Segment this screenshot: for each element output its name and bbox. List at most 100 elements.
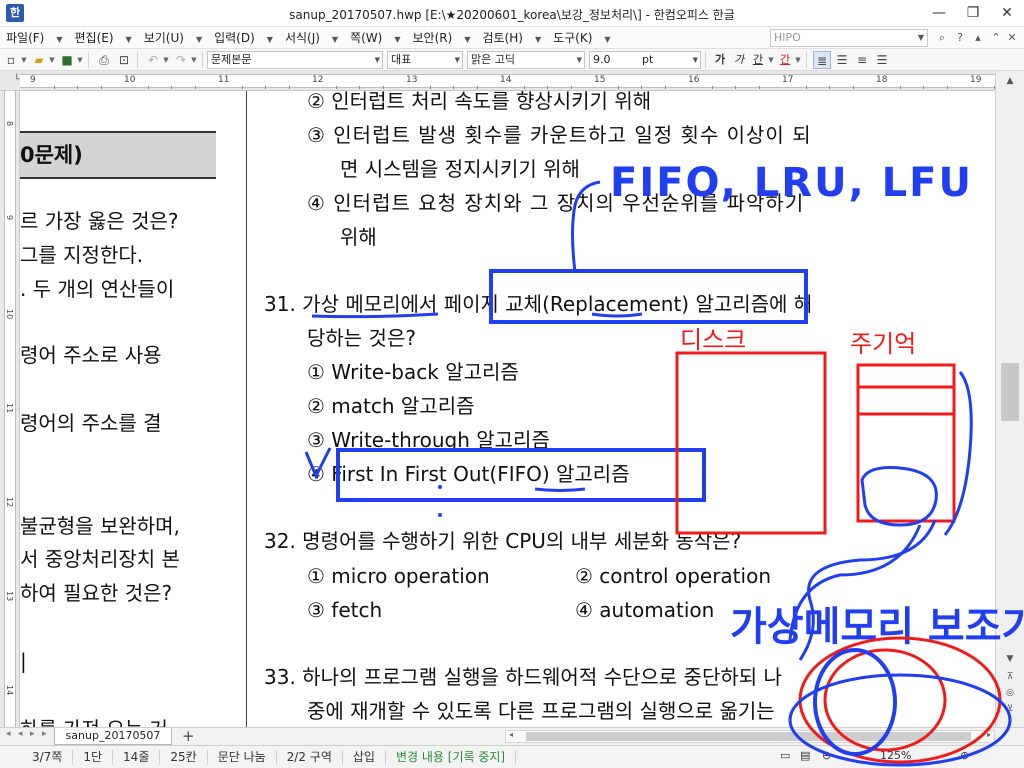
ribbon-collapse-icon[interactable]: ⌃ — [988, 30, 1004, 46]
menu-view-label: 보기(U) — [143, 30, 184, 45]
font-size-input[interactable]: 9.0 pt ▼ — [589, 50, 701, 69]
status-bar: 3/7쪽 1단 14줄 25칸 문단 나눔 2/2 구역 삽입 변경 내용 [기… — [0, 745, 1024, 768]
scroll-left-icon[interactable]: ◂ — [509, 730, 513, 739]
q32-option-1: ① micro operation — [307, 564, 490, 588]
search-input[interactable]: HIPO ▼ — [770, 29, 928, 47]
document-close-icon[interactable]: ✕ — [1004, 30, 1020, 46]
preview-icon[interactable]: ⊡ — [115, 51, 133, 69]
menu-edit[interactable]: 편집(E) ▼ — [69, 27, 138, 49]
chevron-down-icon[interactable]: ▼ — [767, 56, 775, 64]
status-track-changes[interactable]: 변경 내용 [기록 중지] — [386, 749, 517, 765]
ruler-tick — [194, 86, 196, 89]
horizontal-ruler[interactable]: 9 10 11 12 13 14 15 16 17 18 19 └ — [0, 71, 1024, 91]
first-tab-icon[interactable]: ◂ — [6, 729, 11, 739]
status-page[interactable]: 3/7쪽 — [0, 749, 74, 765]
ruler-number: 15 — [594, 75, 606, 85]
vertical-scrollbar[interactable]: ▲ ▼ ⊼ ◎ ⊻ — [995, 71, 1024, 727]
bold-button[interactable]: 가 — [711, 51, 729, 69]
document-tab[interactable]: sanup_20170507 — [54, 728, 172, 745]
chevron-down-icon[interactable]: ▼ — [20, 56, 28, 64]
menu-file[interactable]: 파일(F) ▼ — [0, 27, 69, 49]
scroll-down-icon[interactable]: ▼ — [999, 651, 1021, 667]
hwp-app-icon[interactable]: 한 — [6, 4, 24, 22]
font-color-button[interactable]: 간 — [776, 51, 794, 69]
zoom-out-icon[interactable]: ⊖ — [822, 749, 831, 762]
redo-icon[interactable]: ↷ — [172, 51, 190, 69]
document-canvas[interactable]: 0문제) 르 가장 옳은 것은? 그를 지정한다. . 두 개의 연산들이 령어… — [20, 91, 995, 727]
ruler-tick — [735, 86, 736, 89]
help-icon[interactable]: ? — [952, 30, 968, 46]
previous-tab-icon[interactable]: ◂ — [18, 729, 23, 739]
font-select[interactable]: 맑은 고딕 ▼ — [467, 50, 585, 69]
select-object-icon[interactable]: ◎ — [999, 685, 1021, 701]
minimize-button[interactable]: — — [922, 0, 956, 27]
left-col-line: 하를 가져 오는 거 — [20, 717, 168, 727]
previous-page-icon[interactable]: ⊼ — [999, 669, 1021, 685]
chevron-down-icon[interactable]: ▼ — [577, 52, 582, 68]
menu-file-label: 파일(F) — [6, 30, 45, 45]
scroll-up-icon[interactable]: ▲ — [999, 73, 1021, 89]
left-col-line: 불균형을 보완하며, — [20, 514, 180, 538]
new-document-icon[interactable]: ▫ — [2, 51, 20, 69]
menu-security[interactable]: 보안(R) ▼ — [407, 27, 477, 49]
close-button[interactable]: ✕ — [990, 0, 1024, 27]
maximize-button[interactable]: ❐ — [956, 0, 990, 27]
ruler-tick — [641, 86, 642, 89]
horizontal-scroll-thumb[interactable] — [526, 732, 971, 741]
ribbon-toggle-icon[interactable]: ▴ — [970, 30, 986, 46]
chevron-down-icon[interactable]: ▼ — [48, 56, 56, 64]
chevron-down-icon[interactable]: ▼ — [794, 56, 802, 64]
q31-question-line1: 31. 가상 메모리에서 페이지 교체(Replacement) 알고리즘에 해 — [264, 292, 812, 316]
status-section: 1단 — [73, 749, 114, 765]
q32-option-2: ② control operation — [575, 564, 771, 588]
zoom-level[interactable]: 125% — [880, 749, 911, 762]
zoom-in-icon[interactable]: ⊕ — [960, 749, 969, 762]
save-icon[interactable]: ■ — [58, 51, 76, 69]
chevron-down-icon: ▼ — [56, 34, 63, 44]
chevron-down-icon[interactable]: ▼ — [693, 52, 698, 68]
language-select[interactable]: 대표 ▼ — [387, 50, 463, 69]
search-icon[interactable]: ⌕ — [934, 30, 950, 46]
align-justify-icon[interactable]: ≣ — [813, 50, 831, 69]
normal-view-icon[interactable]: ▭ — [780, 749, 790, 762]
italic-button[interactable]: 가 — [730, 51, 748, 69]
ruler-number: 13 — [406, 75, 418, 85]
horizontal-scrollbar[interactable]: ◂ ▸ — [505, 730, 995, 743]
align-center-icon[interactable]: ≡ — [853, 51, 871, 69]
menu-format[interactable]: 서식(J) ▼ — [279, 27, 344, 49]
open-folder-icon[interactable]: ▰ — [30, 51, 48, 69]
scrollbar-thumb[interactable] — [1001, 363, 1019, 421]
menu-view[interactable]: 보기(U) ▼ — [138, 27, 208, 49]
chevron-down-icon[interactable]: ▼ — [375, 52, 380, 68]
scroll-right-icon[interactable]: ▸ — [987, 730, 991, 739]
menu-page[interactable]: 쪽(W) ▼ — [344, 27, 406, 49]
toolbar-separator — [137, 51, 138, 68]
align-right-icon[interactable]: ☰ — [873, 51, 891, 69]
status-zone: 2/2 구역 — [277, 749, 343, 765]
last-tab-icon[interactable]: ▸ — [42, 729, 47, 739]
style-select[interactable]: 문제본문 ▼ — [207, 50, 383, 69]
vertical-ruler[interactable]: 8 9 10 11 12 13 14 — [0, 91, 20, 727]
chevron-down-icon[interactable]: ▼ — [190, 56, 198, 64]
font-select-value: 맑은 고딕 — [471, 52, 515, 66]
align-left-icon[interactable]: ☰ — [833, 51, 851, 69]
next-tab-icon[interactable]: ▸ — [30, 729, 35, 739]
add-tab-button[interactable]: + — [182, 728, 195, 745]
underline-button[interactable]: 간 — [749, 51, 767, 69]
tab-stop-icon[interactable]: └ — [14, 75, 19, 85]
menu-review[interactable]: 검토(H) ▼ — [476, 27, 547, 49]
menu-insert[interactable]: 입력(D) ▼ — [208, 27, 279, 49]
next-page-icon[interactable]: ⊻ — [999, 701, 1021, 717]
menu-tools[interactable]: 도구(K) ▼ — [547, 27, 616, 49]
chevron-down-icon: ▼ — [394, 34, 401, 44]
ruler-tick — [758, 86, 760, 89]
ruler-tick — [265, 86, 266, 89]
chevron-down-icon[interactable]: ▼ — [455, 52, 460, 68]
status-insert-mode[interactable]: 삽입 — [343, 749, 386, 765]
undo-icon[interactable]: ↶ — [144, 51, 162, 69]
page-view-icon[interactable]: ▤ — [800, 749, 810, 762]
chevron-down-icon[interactable]: ▼ — [162, 56, 170, 64]
chevron-down-icon[interactable]: ▼ — [918, 30, 924, 46]
print-icon[interactable]: ⎙ — [95, 51, 113, 69]
chevron-down-icon[interactable]: ▼ — [76, 56, 84, 64]
